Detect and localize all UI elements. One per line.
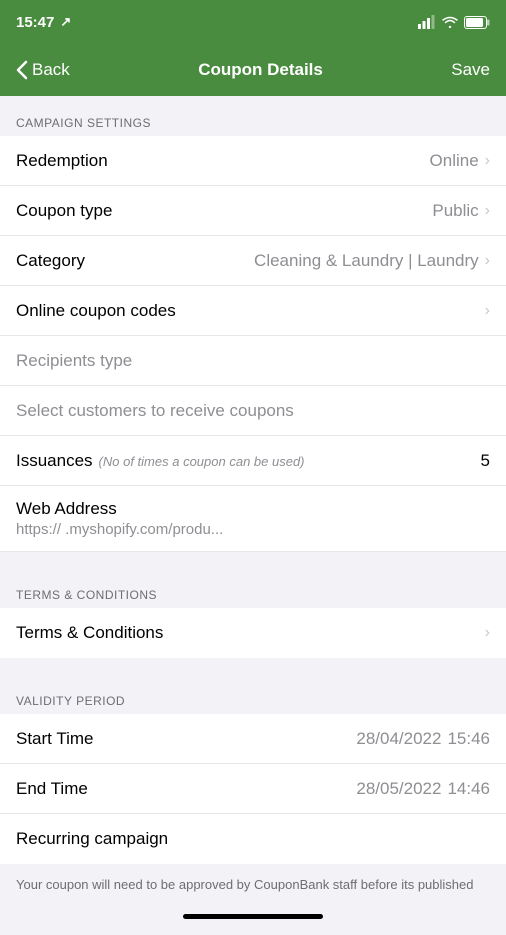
start-time-value-group: 28/04/2022 15:46	[356, 729, 490, 749]
web-address-url: https:// .myshopify.com/produ...	[16, 521, 490, 538]
bottom-indicator	[0, 906, 506, 935]
signal-icon	[418, 15, 436, 29]
issuances-info: (No of times a coupon can be used)	[99, 454, 305, 469]
terms-conditions-chevron-group: ›	[485, 624, 490, 642]
terms-conditions-label: Terms & Conditions	[16, 623, 163, 643]
issuances-count: 5	[481, 451, 490, 471]
validity-period-group: Start Time 28/04/2022 15:46 End Time 28/…	[0, 714, 506, 864]
category-chevron-icon: ›	[485, 252, 490, 270]
redemption-row[interactable]: Redemption Online ›	[0, 136, 506, 186]
web-address-row[interactable]: Web Address https:// .myshopify.com/prod…	[0, 486, 506, 552]
start-time-label: Start Time	[16, 729, 93, 749]
terms-conditions-group: Terms & Conditions ›	[0, 608, 506, 658]
validity-period-header: VALIDITY PERIOD	[0, 686, 506, 714]
end-time-label: End Time	[16, 779, 88, 799]
redemption-chevron-icon: ›	[485, 152, 490, 170]
terms-conditions-chevron-icon: ›	[485, 624, 490, 642]
issuances-label: Issuances	[16, 451, 93, 471]
category-value: Cleaning & Laundry | Laundry	[254, 251, 479, 271]
coupon-type-value-group: Public ›	[432, 201, 490, 221]
online-coupon-codes-row[interactable]: Online coupon codes ›	[0, 286, 506, 336]
nav-bar: Back Coupon Details Save	[0, 44, 506, 96]
section-spacer-1	[0, 552, 506, 580]
page-title: Coupon Details	[198, 60, 323, 80]
end-time-date: 28/05/2022	[356, 779, 441, 799]
status-bar-left: 15:47 ↗	[16, 14, 71, 31]
start-time-time: 15:46	[447, 729, 490, 749]
redemption-value-group: Online ›	[430, 151, 490, 171]
end-time-row[interactable]: End Time 28/05/2022 14:46	[0, 764, 506, 814]
category-label: Category	[16, 251, 85, 271]
recipients-type-label: Recipients type	[16, 351, 132, 371]
back-button[interactable]: Back	[16, 60, 70, 80]
online-coupon-codes-chevron-group: ›	[485, 302, 490, 320]
issuances-row[interactable]: Issuances (No of times a coupon can be u…	[0, 436, 506, 486]
section-spacer-2	[0, 658, 506, 686]
recipients-type-row[interactable]: Recipients type	[0, 336, 506, 386]
status-bar: 15:47 ↗	[0, 0, 506, 44]
home-indicator	[183, 914, 323, 919]
coupon-type-label: Coupon type	[16, 201, 112, 221]
location-icon: ↗	[60, 14, 71, 30]
online-coupon-codes-label: Online coupon codes	[16, 301, 176, 321]
battery-icon	[464, 16, 490, 29]
terms-conditions-header: TERMS & CONDITIONS	[0, 580, 506, 608]
back-chevron-icon	[16, 60, 28, 80]
back-label: Back	[32, 60, 70, 80]
end-time-value-group: 28/05/2022 14:46	[356, 779, 490, 799]
coupon-type-value: Public	[432, 201, 478, 221]
status-bar-right	[418, 15, 490, 29]
select-customers-label: Select customers to receive coupons	[16, 401, 294, 421]
redemption-label: Redemption	[16, 151, 108, 171]
campaign-settings-group: Redemption Online › Coupon type Public ›…	[0, 136, 506, 552]
save-button[interactable]: Save	[451, 60, 490, 80]
time-display: 15:47	[16, 14, 54, 31]
online-coupon-codes-chevron-icon: ›	[485, 302, 490, 320]
select-customers-row[interactable]: Select customers to receive coupons	[0, 386, 506, 436]
wifi-icon	[442, 16, 458, 28]
campaign-settings-header: CAMPAIGN SETTINGS	[0, 108, 506, 136]
coupon-type-chevron-icon: ›	[485, 202, 490, 220]
web-address-label: Web Address	[16, 499, 490, 519]
end-time-time: 14:46	[447, 779, 490, 799]
content-area: CAMPAIGN SETTINGS Redemption Online › Co…	[0, 96, 506, 935]
category-row[interactable]: Category Cleaning & Laundry | Laundry ›	[0, 236, 506, 286]
category-value-group: Cleaning & Laundry | Laundry ›	[254, 251, 490, 271]
start-time-date: 28/04/2022	[356, 729, 441, 749]
redemption-value: Online	[430, 151, 479, 171]
coupon-type-row[interactable]: Coupon type Public ›	[0, 186, 506, 236]
issuances-left: Issuances (No of times a coupon can be u…	[16, 451, 305, 471]
recurring-campaign-row[interactable]: Recurring campaign	[0, 814, 506, 864]
recurring-campaign-label: Recurring campaign	[16, 829, 168, 849]
start-time-row[interactable]: Start Time 28/04/2022 15:46	[0, 714, 506, 764]
terms-conditions-row[interactable]: Terms & Conditions ›	[0, 608, 506, 658]
